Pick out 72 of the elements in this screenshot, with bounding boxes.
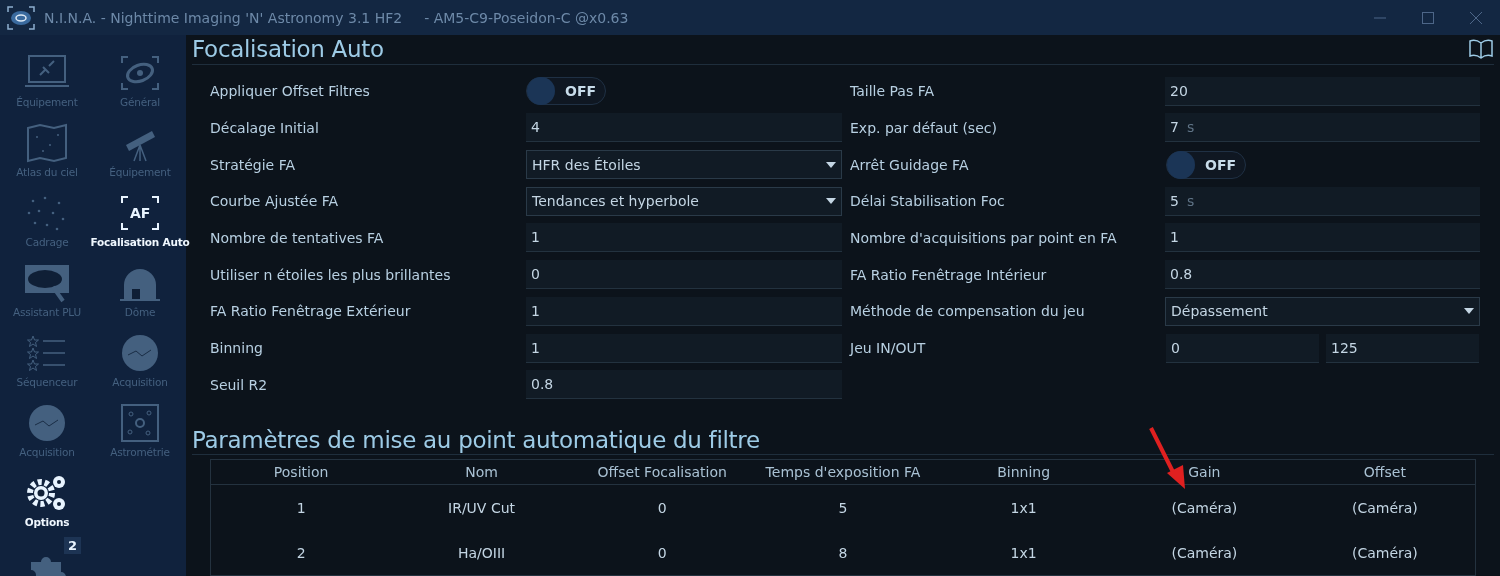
caret-icon	[826, 198, 836, 205]
input-field[interactable]: 0	[1166, 333, 1319, 363]
input-field[interactable]: 20	[1165, 76, 1480, 106]
setting-label: FA Ratio Fenêtrage Extérieur	[210, 303, 412, 320]
input-field[interactable]: 7 s	[1165, 113, 1480, 143]
setting-label: Appliquer Offset Filtres	[210, 83, 371, 100]
table-cell: (Caméra)	[1114, 484, 1295, 530]
table-cell: Ha/OIII	[391, 530, 572, 576]
table-cell: IR/UV Cut	[391, 484, 572, 530]
page-title: Focalisation Auto	[192, 36, 384, 63]
nav-item[interactable]: Options	[0, 465, 94, 535]
input-field[interactable]: 0.8	[526, 370, 842, 400]
setting-label: Taille Pas FA	[850, 83, 936, 100]
column-header: Position	[210, 459, 392, 485]
table-cell: 0	[571, 484, 753, 530]
table-cell: (Caméra)	[1294, 530, 1476, 576]
input-field[interactable]: 1	[526, 296, 842, 326]
setting-label: Délai Stabilisation Foc	[850, 193, 1006, 210]
flat-panel-icon	[23, 262, 71, 303]
column-header: Temps d'exposition FA	[752, 459, 934, 485]
setting-label: Courbe Ajustée FA	[210, 193, 340, 210]
setting-label: Utiliser n étoiles les plus brillantes	[210, 266, 452, 283]
input-field[interactable]: 1	[526, 333, 842, 363]
table-cell: 2	[210, 530, 392, 576]
setting-label: Jeu IN/OUT	[850, 340, 927, 357]
table-cell: 1	[210, 484, 392, 530]
input-field[interactable]: 125	[1326, 333, 1479, 363]
setting-label: FA Ratio Fenêtrage Intérieur	[850, 266, 1048, 283]
book-icon[interactable]	[1468, 39, 1494, 60]
table-cell: (Caméra)	[1114, 530, 1295, 576]
table-cell: 5	[752, 484, 934, 530]
caret-icon	[826, 161, 836, 168]
table-cell: 1x1	[933, 484, 1114, 530]
column-header: Nom	[391, 459, 572, 485]
input-field[interactable]: 0	[526, 260, 842, 290]
section-title: Paramètres de mise au point automatique du filtre	[192, 427, 1494, 455]
table-cell: 8	[752, 530, 934, 576]
toggle-switch[interactable]: OFF	[1166, 150, 1246, 179]
maximize-icon[interactable]	[1422, 11, 1434, 24]
column-header: Offset	[1294, 459, 1476, 485]
setting-label: Seuil R2	[210, 376, 269, 393]
caret-icon	[1464, 308, 1474, 315]
plate-solve-icon	[118, 402, 162, 443]
star-map-icon	[25, 122, 69, 163]
column-header: Offset Focalisation	[571, 459, 753, 485]
table-cell: (Caméra)	[1294, 484, 1476, 530]
dropdown[interactable]: HFR des Étoiles	[526, 150, 842, 180]
app-logo-icon	[6, 4, 36, 31]
dropdown[interactable]: Dépassement	[1165, 296, 1480, 326]
nav-item[interactable]: 2	[0, 535, 94, 576]
setting-label: Stratégie FA	[210, 156, 296, 173]
table-cell: 1x1	[933, 530, 1114, 576]
profile-name: - AM5-C9-Poseidon-C @x0.63	[424, 9, 629, 26]
input-field[interactable]: 1	[1165, 223, 1480, 253]
setting-label: Arrêt Guidage FA	[850, 156, 970, 173]
window-title: N.I.N.A. - Nighttime Imaging 'N' Astronomy 3.1 HF2	[44, 9, 403, 26]
setting-label: Exp. par défaut (sec)	[850, 119, 998, 136]
setting-label: Nombre d'acquisitions par point en FA	[850, 229, 1118, 246]
setting-label: Nombre de tentatives FA	[210, 229, 385, 246]
input-field[interactable]: 0.8	[1165, 260, 1480, 290]
close-icon[interactable]	[1470, 11, 1482, 24]
dropdown[interactable]: Tendances et hyperbole	[526, 186, 842, 216]
setting-label: Décalage Initial	[210, 119, 320, 136]
toggle-switch[interactable]: OFF	[526, 77, 606, 106]
setting-label: Méthode de compensation du jeu	[850, 303, 1086, 320]
count-badge: 2	[64, 537, 81, 554]
input-field[interactable]: 5 s	[1165, 186, 1480, 216]
input-field[interactable]: 4	[526, 113, 842, 143]
column-header: Binning	[933, 459, 1114, 485]
input-field[interactable]: 1	[526, 223, 842, 253]
table-cell: 0	[571, 530, 753, 576]
setting-label: Binning	[210, 340, 264, 357]
